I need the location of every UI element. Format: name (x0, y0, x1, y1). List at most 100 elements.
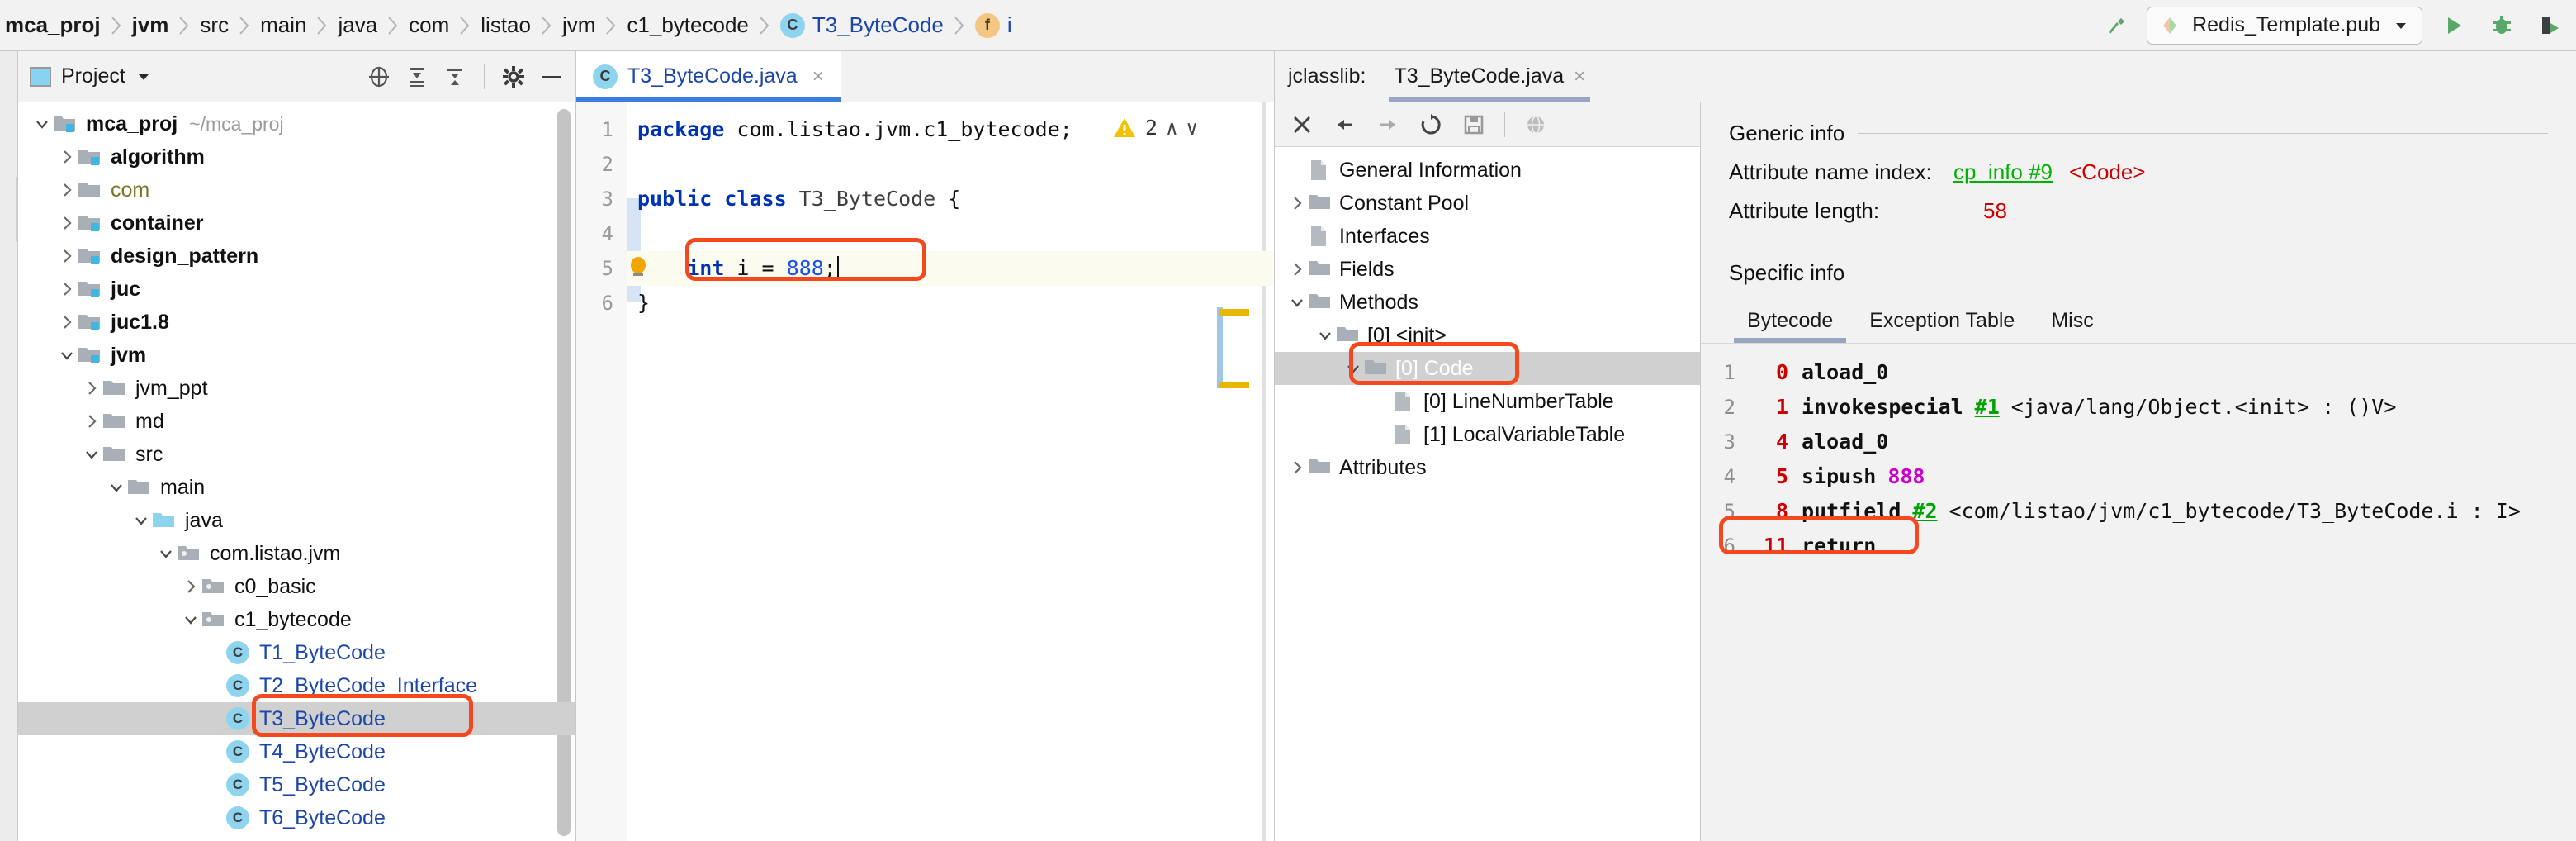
project-tree-item-t1-bytecode[interactable]: C T1_ByteCode (18, 636, 575, 669)
debug-icon[interactable] (2485, 9, 2518, 42)
tree-twist[interactable] (31, 115, 53, 133)
cp-info-link[interactable]: cp_info #9 (1953, 159, 2053, 185)
chevron-right-icon[interactable] (58, 247, 76, 265)
project-tree-item-mca-proj[interactable]: mca_proj ~/mca_proj (18, 107, 575, 140)
run-icon[interactable] (2437, 9, 2470, 42)
project-tree-item-t4-bytecode[interactable]: C T4_ByteCode (18, 735, 575, 768)
tree-twist[interactable] (180, 611, 201, 629)
project-tree[interactable]: mca_proj ~/mca_proj algorithm com container d… (18, 102, 575, 841)
close-icon[interactable] (1290, 112, 1314, 137)
specific-info-tab-misc[interactable]: Misc (2033, 301, 2111, 343)
jclasslib-tree[interactable]: General Information Constant Pool Interfac… (1275, 147, 1700, 841)
run-configuration-selector[interactable]: Redis_Template.pub (2147, 6, 2422, 45)
browse-icon[interactable] (1523, 112, 1548, 137)
tree-twist[interactable] (130, 511, 152, 530)
tree-twist[interactable] (56, 346, 78, 364)
chevron-down-icon[interactable] (157, 544, 175, 563)
project-tree-item-main[interactable]: main (18, 471, 575, 504)
jclasslib-tree-item-general-information[interactable]: General Information (1275, 154, 1700, 187)
chevron-down-icon[interactable] (1344, 359, 1362, 378)
jclasslib-tree-item-constant-pool[interactable]: Constant Pool (1275, 187, 1700, 220)
chevron-right-icon[interactable] (1288, 194, 1306, 212)
reload-icon[interactable] (1418, 112, 1443, 137)
jclasslib-tree-item--0-linenumbertable[interactable]: [0] LineNumberTable (1275, 385, 1700, 418)
constant-pool-link[interactable]: #1 (1975, 390, 2000, 425)
project-tree-item-jvm-ppt[interactable]: jvm_ppt (18, 372, 575, 405)
jclasslib-tree-item--0-init-[interactable]: [0] <init> (1275, 319, 1700, 352)
chevron-down-icon[interactable] (1288, 293, 1306, 311)
back-icon[interactable] (1333, 112, 1357, 137)
chevron-down-icon[interactable] (1316, 326, 1334, 344)
chevron-right-icon[interactable] (1288, 459, 1306, 477)
jclasslib-tree-item--1-localvariabletable[interactable]: [1] LocalVariableTable (1275, 418, 1700, 451)
bytecode-row[interactable]: 6 11 return (1701, 529, 2576, 563)
tree-twist[interactable] (1286, 293, 1308, 311)
tree-twist[interactable] (180, 577, 201, 596)
tree-twist[interactable] (1314, 326, 1336, 344)
project-tree-item-t3-bytecode[interactable]: C T3_ByteCode (18, 702, 575, 735)
chevron-right-icon[interactable] (1288, 260, 1306, 278)
jclasslib-tree-item-interfaces[interactable]: Interfaces (1275, 220, 1700, 253)
bytecode-row[interactable]: 2 1 invokespecial #1 <java/lang/Object.<init… (1701, 390, 2576, 425)
chevron-down-icon[interactable] (58, 346, 76, 364)
bytecode-row[interactable]: 1 0 aload_0 (1701, 355, 2576, 390)
chevron-down-icon[interactable] (107, 478, 125, 497)
tree-twist[interactable] (1286, 194, 1308, 212)
breadcrumb-item-t3-bytecode[interactable]: C T3_ByteCode (779, 12, 945, 38)
chevron-right-icon[interactable] (83, 412, 101, 430)
tree-twist[interactable] (81, 445, 102, 463)
code-area[interactable]: 2 ∧ ∨ package com.listao.jvm.c1_bytecode… (627, 102, 1274, 841)
bytecode-row[interactable]: 5 8 putfield #2 <com/listao/jvm/c1_bytecode/… (1701, 494, 2576, 529)
project-tree-item-juc1-8[interactable]: juc1.8 (18, 306, 575, 339)
tree-twist[interactable] (1286, 260, 1308, 278)
tree-twist[interactable] (81, 379, 102, 397)
jclasslib-tree-item-fields[interactable]: Fields (1275, 253, 1700, 286)
project-tree-item-container[interactable]: container (18, 207, 575, 240)
breadcrumb-item-src[interactable]: src (198, 12, 230, 38)
chevron-right-icon[interactable] (58, 148, 76, 166)
close-icon[interactable]: × (1574, 65, 1585, 88)
jclasslib-tab-t3-bytecode[interactable]: T3_ByteCode.java × (1389, 51, 1591, 102)
chevron-down-icon[interactable] (132, 511, 150, 530)
locate-icon[interactable] (367, 64, 391, 89)
jclasslib-tree-item-methods[interactable]: Methods (1275, 286, 1700, 319)
breadcrumb-item-java[interactable]: java (336, 12, 379, 38)
chevron-down-icon[interactable] (182, 611, 200, 629)
chevron-right-icon[interactable] (83, 379, 101, 397)
project-tree-item-t5-bytecode[interactable]: C T5_ByteCode (18, 768, 575, 801)
gear-icon[interactable] (501, 64, 526, 89)
chevron-right-icon[interactable] (58, 313, 76, 331)
tree-twist[interactable] (106, 478, 127, 497)
close-icon[interactable]: × (812, 65, 824, 88)
tree-twist[interactable] (56, 280, 78, 298)
bytecode-row[interactable]: 4 5 sipush 888 (1701, 459, 2576, 494)
chevron-down-icon[interactable] (135, 69, 152, 85)
chevron-right-icon[interactable] (182, 577, 200, 596)
breadcrumb-item-c1-bytecode[interactable]: c1_bytecode (625, 12, 750, 38)
jclasslib-tree-item-attributes[interactable]: Attributes (1275, 451, 1700, 484)
forward-icon[interactable] (1376, 112, 1400, 137)
chevron-right-icon[interactable] (58, 280, 76, 298)
chevron-down-icon[interactable] (33, 115, 51, 133)
specific-info-tab-exception-table[interactable]: Exception Table (1851, 301, 2033, 343)
bytecode-list[interactable]: 1 0 aload_0 2 1 invokespecial #1 <java/lang/Obj… (1701, 344, 2576, 563)
project-tree-item-src[interactable]: src (18, 438, 575, 471)
tree-twist[interactable] (56, 181, 78, 199)
code-line[interactable] (627, 147, 1274, 182)
project-tree-item-c2-classloader[interactable]: c2_classloader (18, 834, 575, 841)
jclasslib-tree-item--0-code[interactable]: [0] Code (1275, 352, 1700, 385)
tree-twist[interactable] (56, 214, 78, 232)
tree-twist[interactable] (1286, 459, 1308, 477)
intention-bulb-icon[interactable] (629, 256, 647, 279)
constant-pool-link[interactable]: #2 (1912, 494, 1937, 529)
project-tree-item-com[interactable]: com (18, 173, 575, 207)
collapse-all-icon[interactable] (405, 64, 429, 89)
breadcrumb-item-jvm[interactable]: jvm (130, 12, 171, 38)
breadcrumb-item-jvm[interactable]: jvm (561, 12, 597, 38)
project-tree-item-juc[interactable]: juc (18, 273, 575, 306)
project-tree-item-t2-bytecode-interface[interactable]: C T2_ByteCode_Interface (18, 669, 575, 702)
project-tree-item-java[interactable]: java (18, 504, 575, 537)
expand-icon[interactable] (443, 64, 467, 89)
chevron-down-icon[interactable] (83, 445, 101, 463)
tree-twist[interactable] (81, 412, 102, 430)
